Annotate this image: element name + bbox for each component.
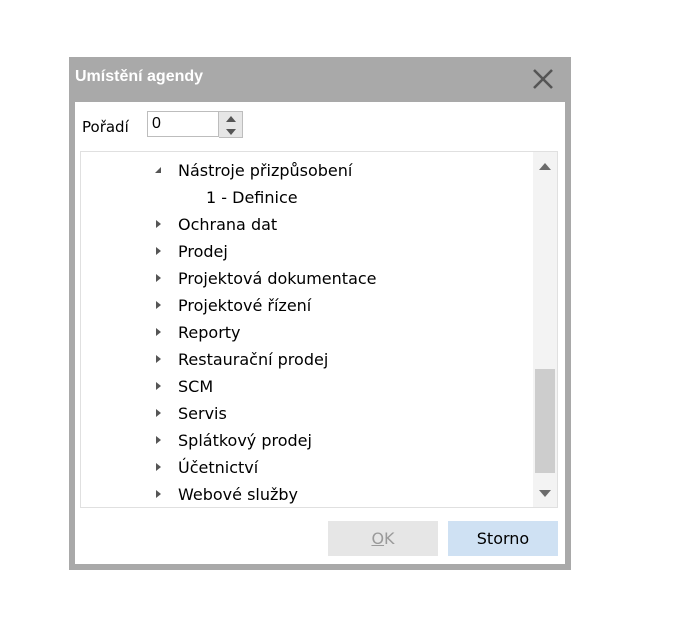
tree-item[interactable]: Ochrana dat [81, 211, 521, 237]
collapsed-arrow-icon[interactable] [153, 354, 163, 364]
location-dialog: Umístění agendy Pořadí Webové služby Účet… [69, 57, 571, 570]
collapsed-arrow-icon[interactable] [153, 246, 163, 256]
tree-scrollbar[interactable] [533, 152, 557, 507]
tree-item-label: Nástroje přizpůsobení [178, 160, 353, 180]
tree-item[interactable]: Nástroje přizpůsobení [81, 157, 521, 183]
tree-item[interactable]: Splátkový prodej [81, 427, 521, 453]
tree-item-label: Prodej [178, 241, 228, 261]
collapsed-arrow-icon[interactable] [153, 381, 163, 391]
collapsed-arrow-icon[interactable] [153, 219, 163, 229]
collapsed-arrow-icon[interactable] [153, 327, 163, 337]
tree-item-label: Reporty [178, 322, 241, 342]
scroll-thumb[interactable] [535, 369, 555, 473]
dialog-titlebar[interactable]: Umístění agendy [69, 57, 571, 102]
tree-item[interactable]: Prodej [81, 238, 521, 264]
tree-item[interactable]: Projektová dokumentace [81, 265, 521, 291]
scroll-up-icon[interactable] [535, 156, 555, 176]
ok-button[interactable]: OK [328, 521, 438, 556]
order-spinner [219, 111, 243, 138]
collapsed-arrow-icon[interactable] [153, 462, 163, 472]
collapsed-arrow-icon[interactable] [153, 300, 163, 310]
spin-down-icon[interactable] [219, 125, 242, 138]
dialog-title: Umístění agendy [75, 68, 204, 85]
collapsed-arrow-icon[interactable] [153, 408, 163, 418]
cancel-button[interactable]: Storno [448, 521, 558, 556]
order-input[interactable] [147, 111, 219, 137]
tree-item-label: 1 - Definice [206, 187, 298, 207]
tree-item-label: Projektová dokumentace [178, 268, 377, 288]
tree-item-label: Restaurační prodej [178, 349, 329, 369]
agenda-tree: Webové služby Účetnictví Splátkový prodej S… [80, 151, 558, 508]
dialog-content: Pořadí Webové služby Účetnictví Splátkový … [75, 102, 565, 564]
collapsed-arrow-icon[interactable] [153, 273, 163, 283]
collapsed-arrow-icon[interactable] [153, 489, 163, 499]
order-label: Pořadí [82, 118, 129, 136]
close-icon[interactable] [529, 65, 557, 93]
collapsed-arrow-icon[interactable] [153, 435, 163, 445]
tree-item-label: SCM [178, 376, 214, 396]
tree-item-label: Projektové řízení [178, 295, 312, 315]
tree-item-label: Webové služby [178, 484, 299, 504]
tree-item[interactable]: Servis [81, 400, 521, 426]
tree-item-label: Splátkový prodej [178, 430, 312, 450]
tree-item[interactable]: Webové služby [81, 481, 521, 507]
tree-item[interactable]: Restaurační prodej [81, 346, 521, 372]
tree-item-label: Servis [178, 403, 227, 423]
spin-up-icon[interactable] [219, 112, 242, 125]
tree-item[interactable]: Účetnictví [81, 454, 521, 480]
tree-item[interactable]: SCM [81, 373, 521, 399]
expanded-arrow-icon[interactable] [153, 165, 163, 175]
scroll-down-icon[interactable] [535, 483, 555, 503]
tree-item-label: Ochrana dat [178, 214, 278, 234]
tree-item[interactable]: Projektové řízení [81, 292, 521, 318]
tree-item-label: Účetnictví [178, 457, 259, 477]
ok-mnemonic: O [371, 529, 385, 548]
tree-item[interactable]: 1 - Definice [81, 184, 521, 210]
tree-item[interactable]: Reporty [81, 319, 521, 345]
ok-label-rest: K [384, 529, 395, 548]
